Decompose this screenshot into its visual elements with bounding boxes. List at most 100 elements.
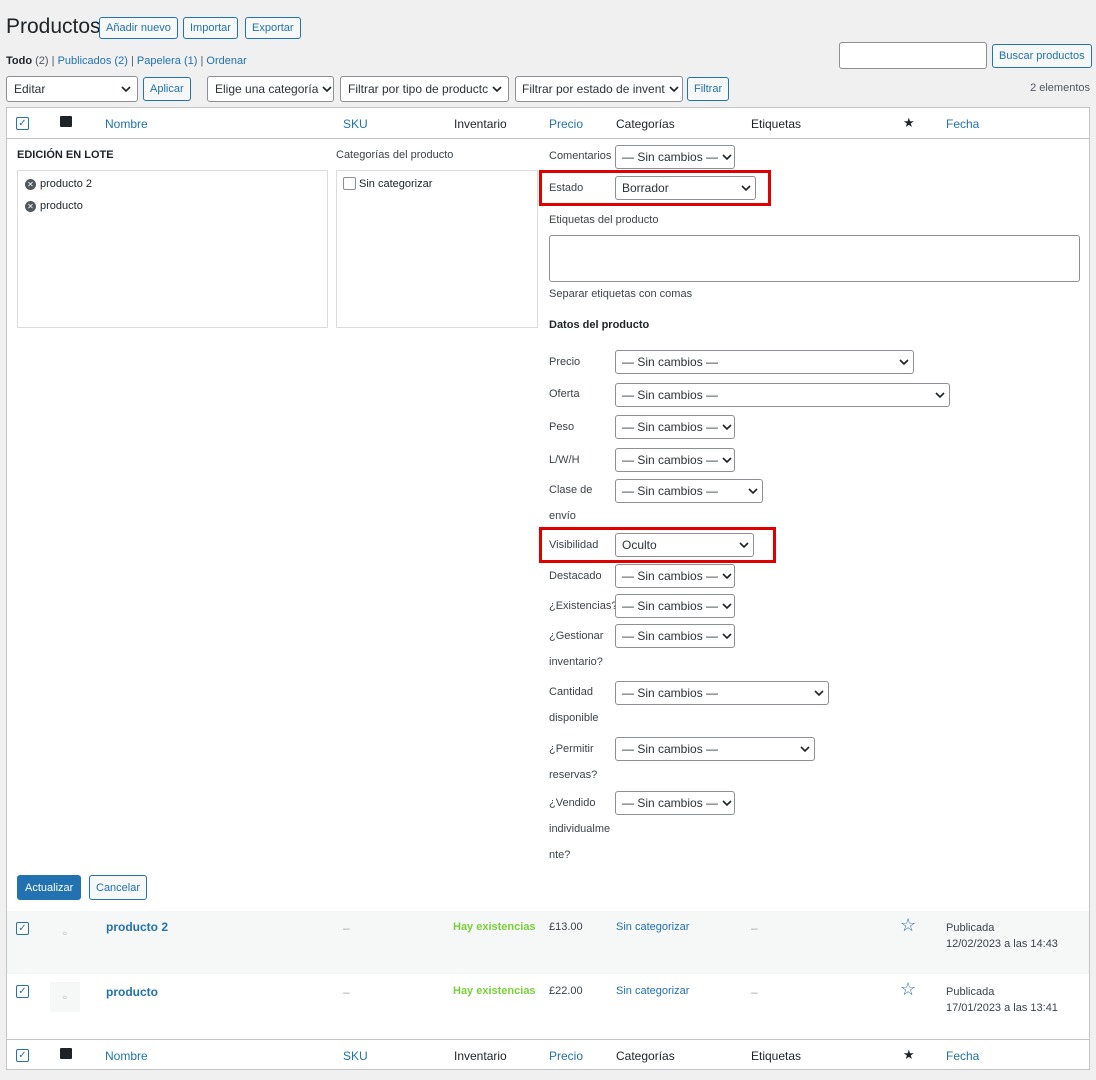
in-stock-select[interactable]: — Sin cambios —: [615, 594, 735, 618]
comments-select[interactable]: — Sin cambios —: [615, 145, 735, 169]
cancel-button[interactable]: Cancelar: [89, 875, 148, 900]
in-stock-label: ¿Existencias?: [549, 600, 618, 612]
export-button[interactable]: Exportar: [245, 17, 301, 39]
chevron-down-icon: [739, 541, 749, 549]
chevron-down-icon: [322, 85, 332, 93]
price-value: £22.00: [549, 985, 583, 997]
product-name-link[interactable]: producto 2: [106, 920, 168, 934]
page-title: Productos: [6, 15, 101, 38]
product-data-title: Datos del producto: [549, 319, 650, 331]
category-filter-select[interactable]: Elige una categoría: [207, 76, 334, 102]
column-price[interactable]: Precio: [549, 1049, 583, 1063]
dimensions-select[interactable]: — Sin cambios —: [615, 448, 735, 472]
bulk-items-list[interactable]: [17, 170, 328, 328]
featured-star-icon[interactable]: ☆: [900, 915, 916, 936]
bulk-action-select[interactable]: Editar: [6, 76, 138, 102]
sold-individually-select[interactable]: — Sin cambios —: [615, 791, 735, 815]
chevron-down-icon: [722, 153, 732, 161]
column-price[interactable]: Precio: [549, 117, 583, 131]
chevron-down-icon: [492, 85, 502, 93]
search-input[interactable]: [839, 42, 987, 69]
chevron-down-icon: [741, 184, 751, 192]
column-name[interactable]: Nombre: [105, 1049, 148, 1063]
categories-list[interactable]: [336, 170, 538, 328]
featured-select[interactable]: — Sin cambios —: [615, 564, 735, 588]
row-checkbox[interactable]: ✓: [16, 922, 29, 935]
product-thumbnail[interactable]: ▫: [50, 982, 80, 1012]
price-label: Precio: [549, 356, 581, 368]
column-stock: Inventario: [454, 1049, 507, 1063]
sku-value: –: [343, 921, 350, 935]
chevron-down-icon: [814, 689, 824, 697]
stock-status-filter-select[interactable]: Filtrar por estado de invent: [515, 76, 683, 102]
sale-label: Oferta: [549, 388, 580, 400]
status-label: Estado: [549, 182, 584, 194]
backorders-select[interactable]: — Sin cambios —: [615, 737, 815, 761]
price-select[interactable]: — Sin cambios —: [615, 350, 914, 374]
status-filter-links: Todo (2) | Publicados (2) | Papelera (1)…: [6, 55, 247, 67]
chevron-down-icon: [722, 572, 732, 580]
apply-button[interactable]: Aplicar: [143, 77, 191, 101]
table-row: [7, 911, 1089, 974]
column-name[interactable]: Nombre: [105, 117, 148, 131]
dimensions-label: L/W/H: [549, 454, 580, 466]
category-link[interactable]: Sin categorizar: [616, 921, 689, 933]
import-button[interactable]: Importar: [183, 17, 238, 39]
tags-value: –: [751, 921, 758, 935]
table-row: [7, 974, 1089, 1037]
tags-hint: Separar etiquetas con comas: [549, 288, 693, 300]
image-column-icon: [60, 1048, 72, 1059]
weight-select[interactable]: — Sin cambios —: [615, 415, 735, 439]
sort-link[interactable]: Ordenar: [206, 55, 246, 67]
column-date[interactable]: Fecha: [946, 117, 979, 131]
product-thumbnail[interactable]: ▫: [50, 918, 80, 948]
items-count: 2 elementos: [1030, 82, 1090, 94]
column-stock: Inventario: [454, 117, 507, 131]
row-checkbox[interactable]: ✓: [16, 985, 29, 998]
status-select[interactable]: Borrador: [615, 176, 756, 200]
bulk-item: ✕ producto 2: [25, 178, 92, 190]
sku-value: –: [343, 985, 350, 999]
category-checkbox[interactable]: [343, 177, 356, 190]
remove-icon[interactable]: ✕: [25, 200, 36, 212]
divider: [7, 138, 1089, 139]
date-cell: Publicada 17/01/2023 a las 13:41: [946, 986, 1058, 1014]
tags-textarea[interactable]: [549, 235, 1080, 282]
category-option[interactable]: Sin categorizar: [343, 177, 432, 190]
stock-quantity-label: Cantidad: [549, 686, 594, 698]
stock-quantity-select[interactable]: — Sin cambios —: [615, 681, 829, 705]
add-new-button[interactable]: Añadir nuevo: [99, 17, 178, 39]
sold-individually-label-3: nte?: [549, 849, 571, 861]
manage-stock-select[interactable]: — Sin cambios —: [615, 624, 735, 648]
tags-label: Etiquetas del producto: [549, 214, 659, 226]
chevron-down-icon: [899, 358, 909, 366]
select-all-checkbox-footer[interactable]: ✓: [16, 1049, 29, 1062]
filter-all[interactable]: Todo: [6, 55, 32, 67]
product-type-filter-select[interactable]: Filtrar por tipo de productc: [340, 76, 509, 102]
update-button[interactable]: Actualizar: [17, 875, 82, 900]
backorders-label-2: reservas?: [549, 769, 598, 781]
filter-button[interactable]: Filtrar: [687, 77, 730, 101]
select-all-checkbox[interactable]: ✓: [16, 117, 29, 130]
featured-star-icon[interactable]: ☆: [900, 979, 916, 1000]
search-products-button[interactable]: Buscar productos: [992, 44, 1092, 68]
filter-trash[interactable]: Papelera (1): [137, 55, 198, 67]
column-categories: Categorías: [616, 1049, 675, 1063]
shipping-class-select[interactable]: — Sin cambios —: [615, 479, 763, 503]
visibility-select[interactable]: Oculto: [615, 533, 754, 557]
product-name-link[interactable]: producto: [106, 985, 158, 999]
filter-published[interactable]: Publicados (2): [58, 55, 128, 67]
remove-icon[interactable]: ✕: [25, 178, 36, 190]
stock-value: Hay existencias: [453, 985, 536, 997]
category-link[interactable]: Sin categorizar: [616, 985, 689, 997]
column-sku[interactable]: SKU: [343, 117, 368, 131]
column-date[interactable]: Fecha: [946, 1049, 979, 1063]
column-sku[interactable]: SKU: [343, 1049, 368, 1063]
sale-select[interactable]: — Sin cambios —: [615, 383, 950, 407]
image-column-icon: [60, 116, 72, 127]
featured-label: Destacado: [549, 570, 602, 582]
chevron-down-icon: [722, 456, 732, 464]
backorders-label: ¿Permitir: [549, 743, 594, 755]
categories-title: Categorías del producto: [336, 149, 454, 161]
column-tags: Etiquetas: [751, 117, 802, 131]
